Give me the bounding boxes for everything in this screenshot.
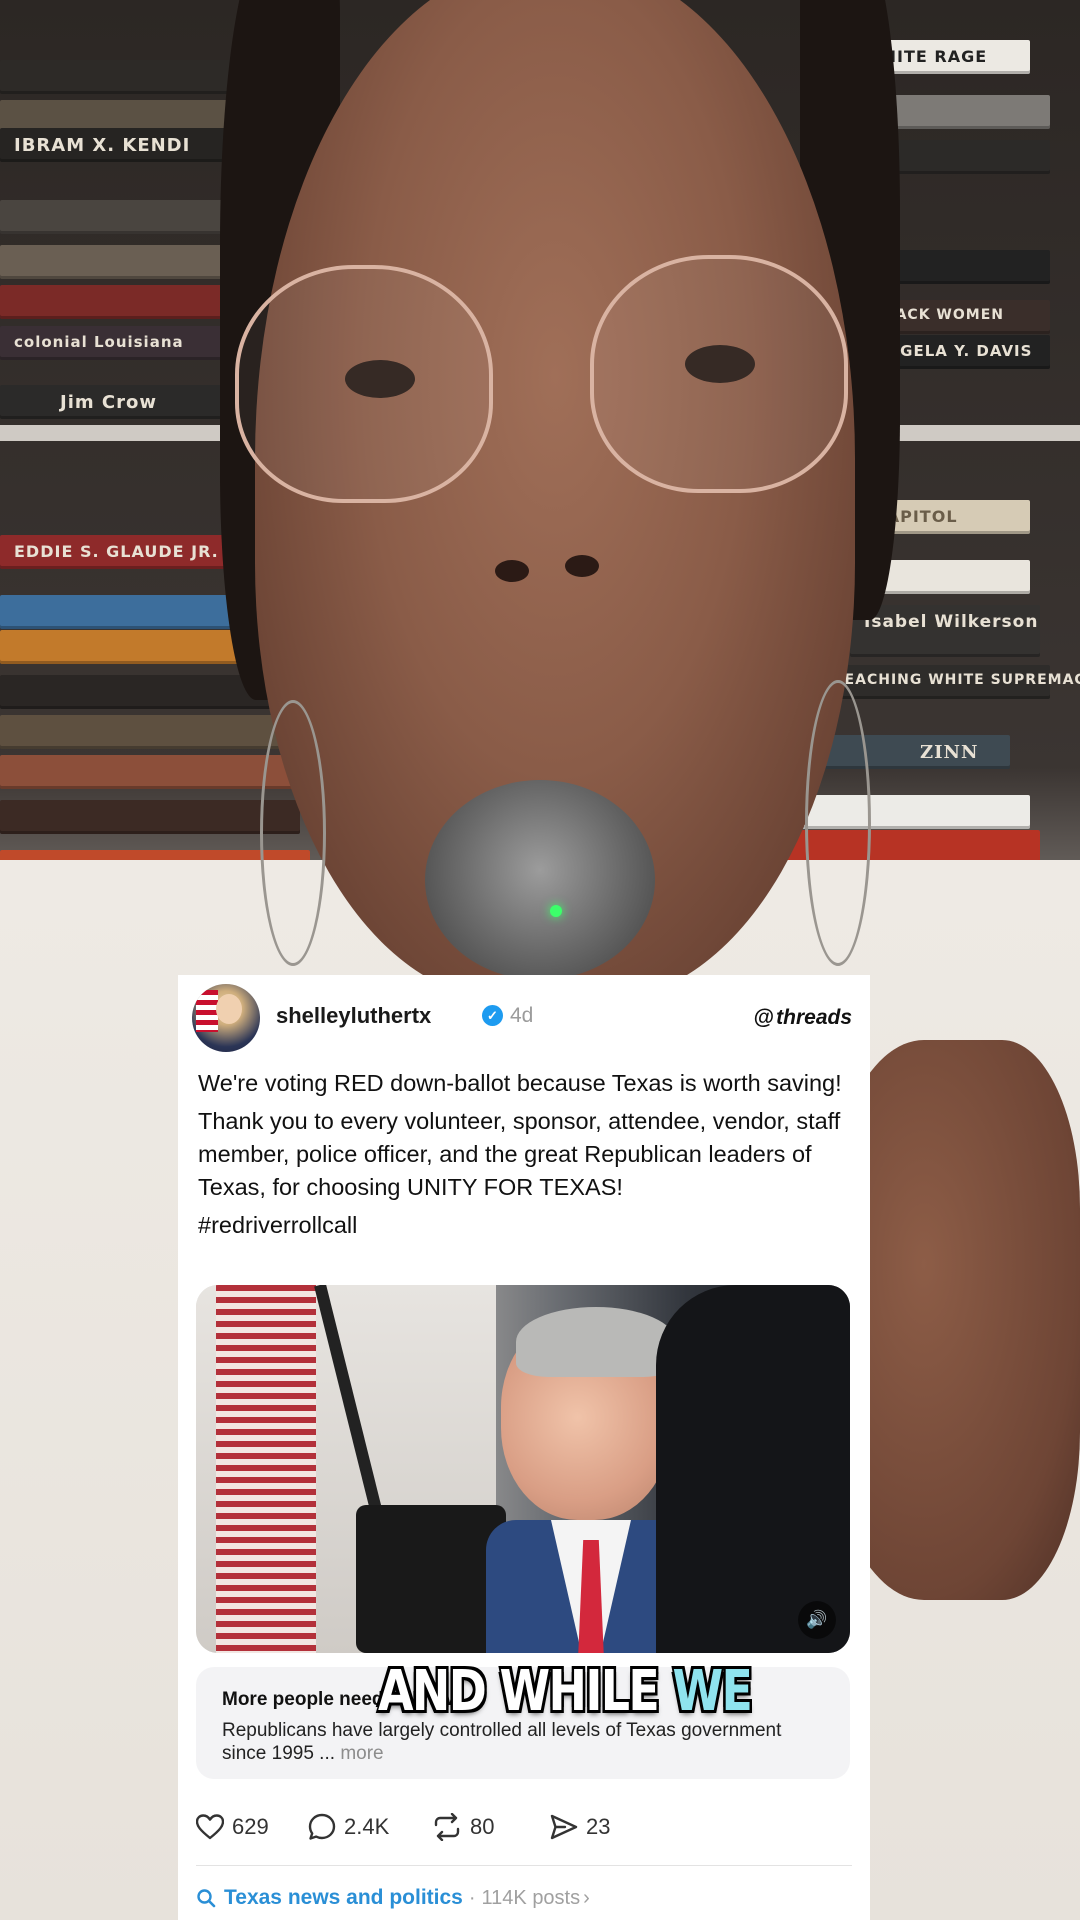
book-spine <box>0 800 300 834</box>
nostril <box>495 560 529 582</box>
more-link[interactable]: more <box>340 1743 383 1764</box>
post-paragraph: Thank you to every volunteer, sponsor, a… <box>198 1108 841 1200</box>
threads-post-card[interactable]: shelleyluthertx ✓ 4d @threads We're voti… <box>178 975 870 1920</box>
comment-icon <box>308 1813 336 1840</box>
verified-badge-icon: ✓ <box>482 1005 503 1026</box>
repost-count: 80 <box>470 1814 495 1839</box>
share-icon <box>550 1814 578 1840</box>
share-button[interactable]: 23 <box>550 1807 610 1847</box>
speaker-icon[interactable]: 🔊 <box>798 1601 836 1639</box>
glasses-lens <box>235 265 493 503</box>
nostril <box>565 555 599 577</box>
repost-button[interactable]: 80 <box>432 1807 494 1847</box>
reply-count: 2.4K <box>344 1814 390 1839</box>
like-count: 629 <box>232 1814 269 1839</box>
avatar[interactable] <box>192 984 260 1052</box>
media-hair <box>516 1307 676 1377</box>
media-bag <box>356 1505 506 1653</box>
chevron-right-icon: › <box>583 1886 590 1909</box>
heart-icon <box>196 1814 224 1840</box>
book-title: Isabel Wilkerson <box>864 612 1039 632</box>
microphone <box>425 780 655 980</box>
flag-icon <box>196 990 218 1032</box>
repost-icon <box>434 1813 460 1841</box>
topic-link[interactable]: Texas news and politics <box>224 1886 463 1910</box>
topic-post-count: 114K posts <box>481 1886 581 1909</box>
share-count: 23 <box>586 1814 611 1839</box>
earring <box>805 680 871 966</box>
post-age: 4d <box>510 1004 534 1027</box>
post-hashtag[interactable]: #redriverrollcall <box>198 1209 858 1242</box>
post-header: shelleyluthertx ✓ 4d @threads <box>192 980 852 1052</box>
book-spine: Isabel Wilkerson <box>850 605 1040 657</box>
threads-icon: @ <box>753 1006 775 1029</box>
earring <box>260 700 326 966</box>
media-striped-shirt <box>216 1285 316 1653</box>
post-text: We're voting RED down-ballot because Tex… <box>198 1067 858 1247</box>
avatar-face <box>216 994 242 1024</box>
video-caption: AND WHILE WE <box>378 1659 753 1724</box>
post-actions: 629 2.4K 80 23 <box>196 1807 856 1847</box>
book-spine <box>0 755 300 789</box>
book-title: TEACHING WHITE SUPREMACY <box>834 672 1080 688</box>
book-title: EDDIE S. GLAUDE JR. <box>14 542 219 561</box>
topic-separator: · <box>468 1886 476 1909</box>
book-spine <box>0 715 300 749</box>
reply-button[interactable]: 2.4K <box>308 1807 389 1847</box>
post-paragraph: We're voting RED down-ballot because Tex… <box>198 1070 842 1096</box>
context-body: Republicans have largely controlled all … <box>222 1719 782 1765</box>
book-title: ZINN <box>920 742 979 763</box>
book-spine: colonial Louisiana <box>0 326 250 360</box>
glasses-lens <box>590 255 848 493</box>
book-title: IBRAM X. KENDI <box>14 135 191 156</box>
like-button[interactable]: 629 <box>196 1807 269 1847</box>
username[interactable]: shelleyluthertx <box>276 1003 431 1029</box>
book-spine <box>0 285 255 319</box>
topic-row[interactable]: Texas news and politics · 114K posts › <box>196 1882 590 1914</box>
microphone-led <box>550 905 562 917</box>
search-icon <box>197 1889 216 1908</box>
threads-wordmark: threads <box>776 1006 852 1029</box>
caption-text: AND WHILE <box>378 1659 660 1724</box>
book-title: colonial Louisiana <box>14 333 184 351</box>
caption-highlight-word: WE <box>672 1659 752 1724</box>
book-title: Jim Crow <box>60 392 157 413</box>
post-video[interactable]: 🔊 <box>196 1285 850 1653</box>
threads-logo: @threads <box>754 1006 852 1030</box>
context-text: Republicans have largely controlled all … <box>222 1720 782 1764</box>
media-dark-figure <box>656 1285 850 1653</box>
divider <box>196 1865 852 1866</box>
book-spine: TEACHING WHITE SUPREMACY <box>820 665 1080 699</box>
